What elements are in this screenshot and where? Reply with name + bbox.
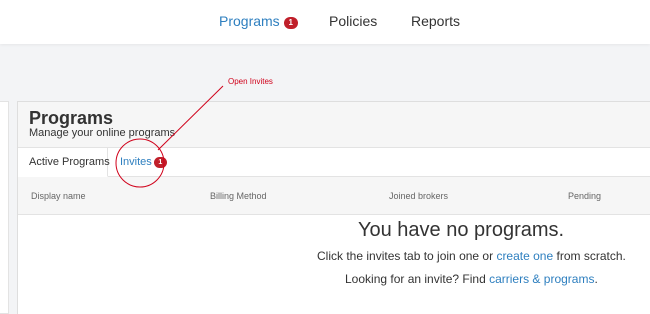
left-panel <box>0 101 9 314</box>
nav-reports-label: Reports <box>411 13 461 29</box>
empty-line-2-suffix: . <box>594 272 598 286</box>
empty-state-title: You have no programs. <box>358 219 565 241</box>
page-title: Programs <box>29 108 114 128</box>
nav-programs-label: Programs <box>219 13 280 29</box>
empty-line-1-suffix: from scratch. <box>553 249 626 263</box>
empty-line-2-prefix: Looking for an invite? Find <box>345 272 490 286</box>
column-joined-brokers[interactable]: Joined brokers <box>389 191 448 201</box>
create-one-link[interactable]: create one <box>496 249 553 263</box>
nav-reports[interactable]: Reports <box>411 13 460 29</box>
nav-policies[interactable]: Policies <box>329 13 377 29</box>
page-subtitle: Manage your online programs <box>29 127 176 139</box>
page: Programs 1 Policies Reports Programs Mana… <box>0 0 650 314</box>
top-nav: Programs 1 Policies Reports <box>0 0 650 44</box>
tab-bar: Active Programs Invites 1 <box>18 148 650 177</box>
tab-invites-label: Invites <box>120 156 152 168</box>
annotation-label: Open Invites <box>228 77 273 86</box>
programs-card: Programs Manage your online programs Act… <box>17 101 650 314</box>
column-billing-method[interactable]: Billing Method <box>210 191 267 201</box>
nav-policies-label: Policies <box>329 13 378 29</box>
column-display-name[interactable]: Display name <box>31 191 86 201</box>
empty-state-line-1: Click the invites tab to join one or cre… <box>317 249 626 263</box>
nav-programs-badge: 1 <box>283 17 298 29</box>
card-header: Programs Manage your online programs <box>18 102 650 148</box>
table-header: Display name Billing Method Joined broke… <box>18 177 650 215</box>
nav-programs[interactable]: Programs 1 <box>219 13 298 29</box>
empty-line-1-prefix: Click the invites tab to join one or <box>317 249 497 263</box>
tab-invites-badge: 1 <box>153 157 167 168</box>
tab-active-programs-label: Active Programs <box>29 156 110 168</box>
tab-active-programs[interactable]: Active Programs <box>18 148 110 177</box>
carriers-programs-link[interactable]: carriers & programs <box>489 272 594 286</box>
empty-state-line-2: Looking for an invite? Find carriers & p… <box>345 272 598 286</box>
column-pending[interactable]: Pending <box>568 191 601 201</box>
tab-invites[interactable]: Invites 1 <box>120 148 167 177</box>
